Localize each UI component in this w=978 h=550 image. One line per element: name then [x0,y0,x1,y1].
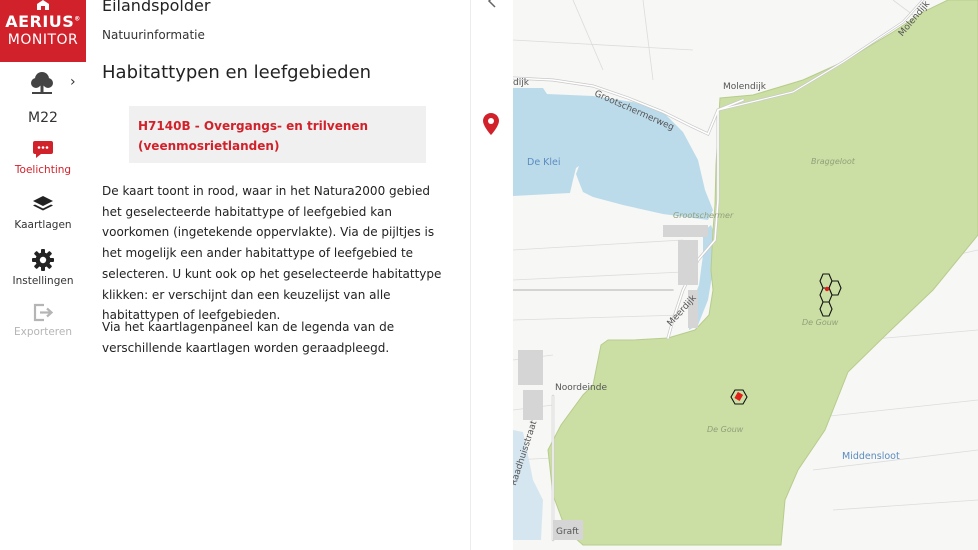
map-pin-icon[interactable] [483,113,499,135]
area-selector-button[interactable]: › [0,64,86,102]
nav-instellingen[interactable]: Instellingen [0,249,86,299]
habitat-selector: H7140B - Overgangs- en trilvenen (veenmo… [129,106,426,163]
map-label: Middensloot [842,451,900,462]
nav-label: Kaartlagen [14,219,72,231]
nav-toelichting[interactable]: Toelichting [0,140,86,190]
map-label: Braggeloot [811,157,855,166]
nav-exporteren[interactable]: Exporteren [0,302,86,352]
gear-icon [32,249,54,271]
nav-kaartlagen[interactable]: Kaartlagen [0,195,86,245]
logo-line2: MONITOR [7,32,79,48]
export-icon [33,303,54,322]
description-paragraph: De kaart toont in rood, waar in het Natu… [102,184,442,323]
sidebar: AERIUS® MONITOR › M22 Toelichting Kaartl… [0,0,87,550]
chevron-left-icon[interactable] [486,0,498,8]
nav-label: Exporteren [13,326,73,338]
water-lake [513,88,713,220]
habitat-type-link[interactable]: H7140B - Overgangs- en trilvenen (veenmo… [138,116,418,156]
house-icon [37,0,49,10]
chevron-right-icon: › [70,74,76,90]
map-label: De Gouw [802,318,839,327]
nav-label: Instellingen [12,275,74,287]
panel-subtitle: Natuurinformatie [102,28,205,42]
map-label: Noordeinde [555,383,607,393]
layers-icon [33,196,53,211]
section-heading: Habitattypen en leefgebieden [102,62,372,83]
map-view[interactable]: Grootschermerweg Molendijk Molendijk dij… [513,0,978,550]
panel-title: Eilandspolder [102,0,211,15]
map-label: Molendijk [723,82,766,92]
map-label: Graft [556,527,579,537]
area-code: M22 [28,110,58,126]
comment-icon [33,141,53,158]
map-label: Grootschermer [673,211,734,220]
nav-label: Toelichting [14,164,72,176]
map-label: dijk [513,78,529,88]
tree-icon [31,72,53,94]
info-panel: Eilandspolder Natuurinformatie Habitatty… [86,0,470,550]
map-label: De Gouw [707,425,744,434]
habitat-hex[interactable] [819,301,833,317]
legend-paragraph: Via het kaartlagenpaneel kan de legenda … [102,320,395,355]
aerius-monitor-logo[interactable]: AERIUS® MONITOR [0,0,86,62]
logo-line1: AERIUS® [5,12,81,31]
map-label: De Klei [527,157,561,168]
panel-collapse-strip [470,0,513,550]
